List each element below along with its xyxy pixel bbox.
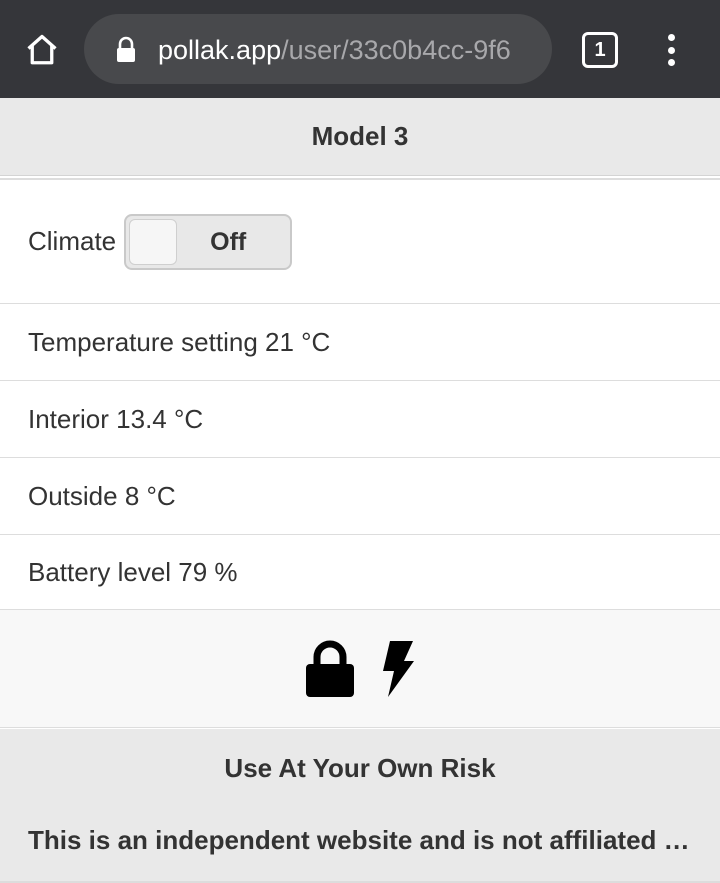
interior-temperature-text: Interior 13.4 °C (28, 403, 204, 434)
climate-toggle[interactable]: Off (124, 213, 293, 270)
disclaimer-footer: Use At Your Own Risk This is an independ… (0, 729, 720, 883)
disclaimer-text: This is an independent website and is no… (28, 825, 692, 855)
more-vert-icon-dot (667, 46, 675, 54)
more-vert-icon-dot (667, 59, 675, 66)
secure-lock-icon (117, 36, 135, 62)
url-path: /user/33c0b4cc-9f6 (281, 35, 511, 65)
climate-label: Climate (28, 226, 117, 256)
battery-level-text: Battery level 79 % (28, 556, 238, 587)
tab-count: 1 (594, 38, 606, 61)
more-vert-icon (667, 34, 675, 41)
url-text: pollak.app/user/33c0b4cc-9f6 (158, 34, 511, 66)
address-bar[interactable]: pollak.app/user/33c0b4cc-9f6 (84, 14, 552, 84)
outside-temperature-text: Outside 8 °C (28, 480, 176, 511)
home-icon (27, 34, 57, 65)
url-host: pollak.app (158, 35, 282, 65)
status-icons-bar (0, 610, 720, 728)
home-button[interactable] (22, 30, 62, 70)
temperature-setting-row: Temperature setting 21 °C (0, 303, 720, 380)
climate-row: Climate Off (0, 178, 720, 303)
interior-temperature-row: Interior 13.4 °C (0, 380, 720, 457)
battery-level-row: Battery level 79 % (0, 534, 720, 611)
page-title: Model 3 (311, 121, 409, 151)
vehicle-info-list: Climate Off Temperature setting 21 °C In… (0, 178, 720, 611)
tab-switcher-button[interactable]: 1 (582, 32, 618, 68)
outside-temperature-row: Outside 8 °C (0, 457, 720, 534)
page-header: Model 3 (0, 98, 720, 176)
temperature-setting-text: Temperature setting 21 °C (28, 326, 331, 357)
lock-icon[interactable] (305, 640, 355, 698)
browser-menu-button[interactable] (656, 30, 686, 70)
browser-toolbar: pollak.app/user/33c0b4cc-9f6 1 (0, 0, 720, 98)
disclaimer-title: Use At Your Own Risk (224, 753, 496, 783)
bolt-icon[interactable] (377, 640, 415, 698)
toggle-state-label: Off (210, 227, 247, 256)
toggle-knob[interactable] (129, 218, 178, 265)
